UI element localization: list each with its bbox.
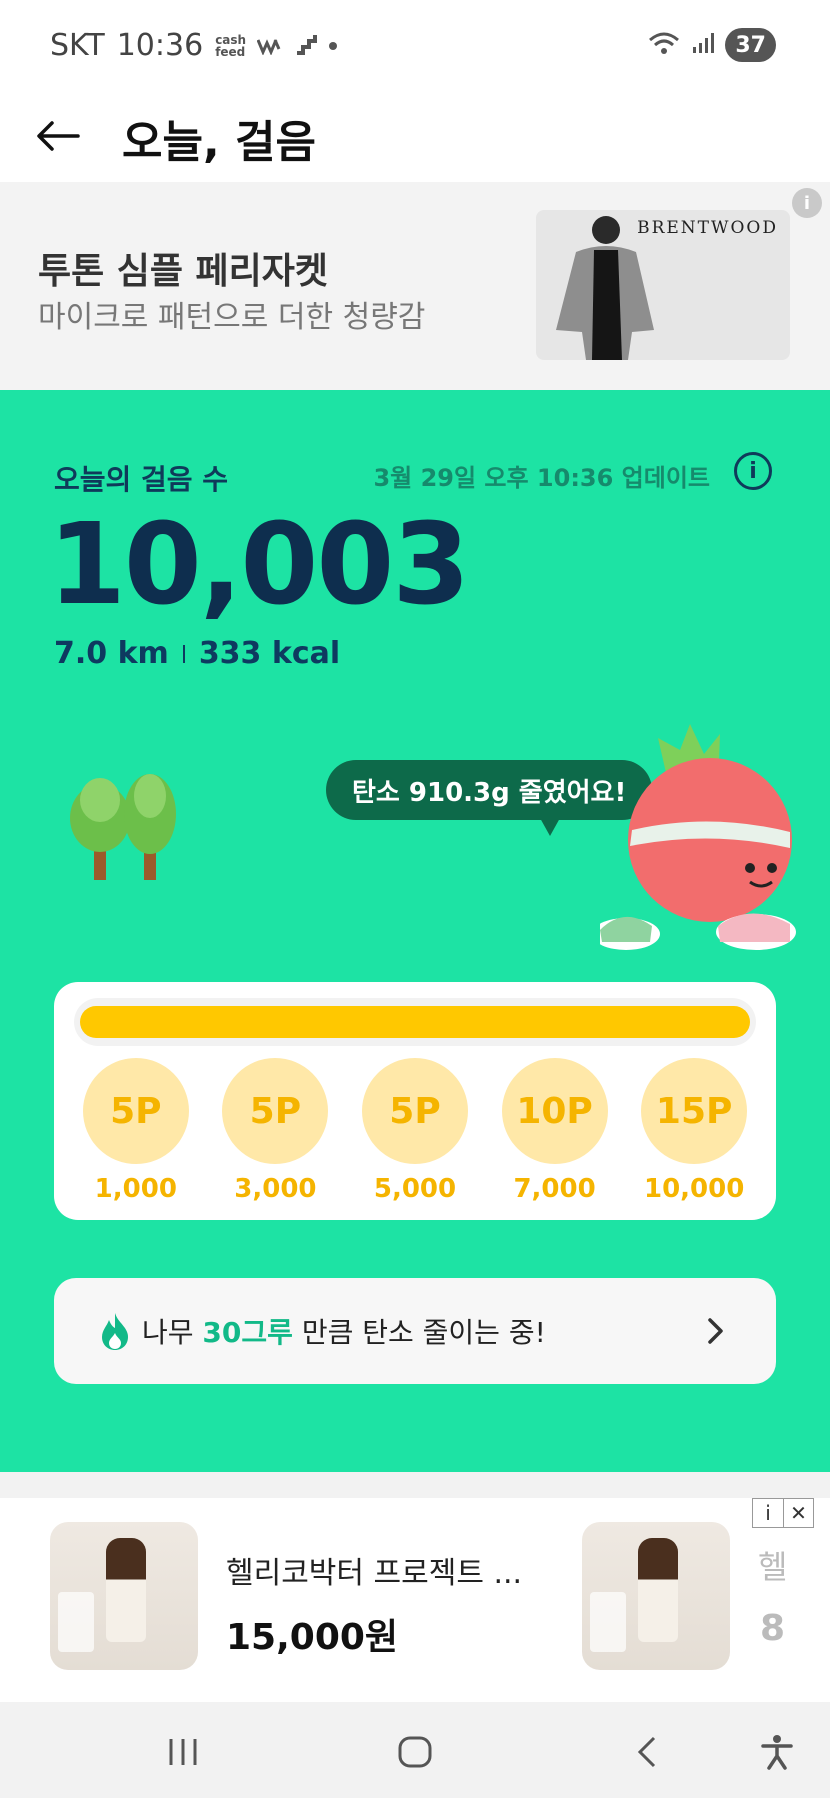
carbon-tree-card[interactable]: 나무 30그루 만큼 탄소 줄이는 중! [54, 1278, 776, 1384]
product-image-next[interactable] [582, 1522, 730, 1670]
back-arrow-icon [37, 121, 80, 151]
back-chevron-icon [637, 1736, 656, 1768]
product-ad-section: 헬리코박터 프로젝트 ... 15,000원 헬 8 i ✕ [0, 1472, 830, 1702]
reward-progress-card: 5P 1,000 5P 3,000 5P 5,000 10P 7,000 15P… [54, 982, 776, 1220]
milk-glass [58, 1592, 94, 1652]
recent-apps-icon [169, 1739, 197, 1765]
accessibility-button[interactable] [752, 1732, 802, 1772]
signal-icon [691, 31, 715, 59]
product-name[interactable]: 헬리코박터 프로젝트 ... [226, 1548, 522, 1592]
calorie-value: 333 kcal [198, 636, 341, 671]
page-title: 오늘, 걸음 [122, 117, 316, 168]
back-button[interactable] [30, 108, 86, 164]
product-image[interactable] [50, 1522, 198, 1670]
reward-item[interactable]: 15P 10,000 [634, 1058, 754, 1204]
reward-coin[interactable]: 5P [82, 1058, 189, 1164]
carrier-label: SKT [50, 28, 105, 63]
reward-coin[interactable]: 10P [501, 1058, 608, 1164]
reward-step-goal: 3,000 [234, 1174, 317, 1204]
fire-icon [102, 1313, 128, 1350]
ad-subtitle: 마이크로 패턴으로 더한 청량감 [38, 300, 426, 335]
app-header: 오늘, 걸음 [0, 90, 830, 180]
reward-item[interactable]: 10P 7,000 [495, 1058, 615, 1204]
system-nav-bar [0, 1702, 830, 1798]
product-bottle [638, 1538, 678, 1642]
ad-title: 투톤 심플 페리자켓 [38, 251, 329, 292]
product-bottle [106, 1538, 146, 1642]
reward-coin[interactable]: 5P [222, 1058, 329, 1164]
top-ad-banner[interactable]: 투톤 심플 페리자켓 마이크로 패턴으로 더한 청량감 BRENTWOOD i [0, 182, 830, 390]
w-notification-icon [256, 28, 283, 63]
battery-indicator: 37 [725, 28, 776, 62]
tree-count-highlight: 30그루 [202, 1316, 293, 1349]
ad-info-button[interactable]: i [792, 188, 822, 218]
milk-glass [590, 1592, 626, 1652]
ad-image[interactable]: BRENTWOOD [536, 210, 790, 360]
product-price-next: 8 [760, 1608, 786, 1649]
cashfeed-notification-icon: cash feed [215, 32, 247, 59]
ad-close-button[interactable]: ✕ [783, 1499, 813, 1527]
product-ad-carousel[interactable]: 헬리코박터 프로젝트 ... 15,000원 헬 8 i ✕ [0, 1498, 830, 1702]
progress-fill [80, 1006, 750, 1038]
reward-item[interactable]: 5P 1,000 [76, 1058, 196, 1204]
carbon-tree-text-suffix: 만큼 탄소 줄이는 중! [292, 1316, 546, 1349]
reward-step-goal: 10,000 [644, 1174, 745, 1204]
product-name-next: 헬 [758, 1548, 788, 1586]
reward-list: 5P 1,000 5P 3,000 5P 5,000 10P 7,000 15P… [54, 1058, 776, 1204]
info-icon[interactable]: i [734, 452, 772, 490]
reward-coin[interactable]: 5P [361, 1058, 468, 1164]
reward-coin[interactable]: 15P [641, 1058, 748, 1164]
steps-panel: 오늘의 걸음 수 3월 29일 오후 10:36 업데이트 i 10,003 7… [0, 390, 830, 1472]
stairs-notification-icon [295, 28, 318, 63]
divider [182, 644, 185, 663]
accessibility-icon [761, 1735, 793, 1770]
clock: 10:36 [116, 28, 204, 63]
radish-mascot-illustration [600, 724, 796, 950]
product-price: 15,000원 [226, 1617, 399, 1658]
update-timestamp: 3월 29일 오후 10:36 업데이트 [373, 464, 710, 492]
distance-calorie-row: 7.0 km 333 kcal [54, 636, 340, 671]
status-right: 37 [647, 28, 776, 62]
ad-info-button[interactable]: i [753, 1499, 783, 1527]
ad-brand-label: BRENTWOOD [637, 218, 778, 238]
status-bar: SKT 10:36 cash feed 37 [0, 0, 830, 90]
distance-value: 7.0 km [54, 636, 169, 671]
reward-step-goal: 1,000 [94, 1174, 177, 1204]
recent-apps-button[interactable] [158, 1732, 208, 1772]
home-button[interactable] [390, 1732, 440, 1772]
carbon-tree-text: 나무 30그루 만큼 탄소 줄이는 중! [142, 1311, 546, 1351]
steps-label: 오늘의 걸음 수 [54, 463, 229, 496]
tree-illustration [70, 774, 176, 880]
reward-step-goal: 5,000 [373, 1174, 457, 1204]
more-notifications-dot [329, 41, 338, 50]
reward-item[interactable]: 5P 5,000 [355, 1058, 475, 1204]
carbon-tree-text-prefix: 나무 [142, 1316, 203, 1349]
reward-item[interactable]: 5P 3,000 [215, 1058, 335, 1204]
reward-step-goal: 7,000 [513, 1174, 596, 1204]
wifi-icon [647, 30, 681, 60]
progress-bar [74, 998, 756, 1046]
chevron-right-icon[interactable] [698, 1314, 732, 1348]
home-icon [398, 1736, 432, 1768]
status-left: SKT 10:36 cash feed [50, 28, 338, 63]
step-count: 10,003 [48, 500, 470, 630]
back-nav-button[interactable] [622, 1732, 672, 1772]
ad-controls: i ✕ [752, 1498, 814, 1528]
